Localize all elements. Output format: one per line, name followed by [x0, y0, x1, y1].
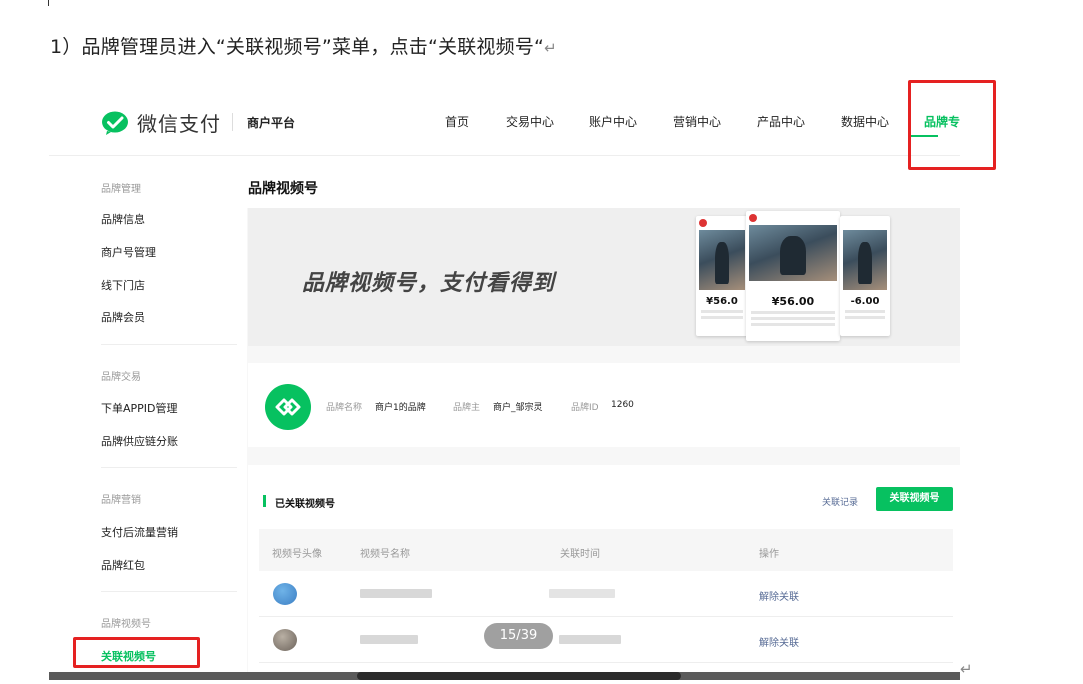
promo-banner: 品牌视频号，支付看得到 ¥56.0 ¥56.00 ‑6.00 — [248, 208, 960, 346]
avatar — [273, 629, 297, 651]
sidebar-group-brand-channels: 品牌视频号 — [101, 619, 151, 630]
page-title-bar: 品牌视频号 — [247, 156, 960, 208]
banner-slogan: 品牌视频号，支付看得到 — [302, 271, 556, 296]
brand-dot-icon — [749, 214, 757, 222]
avatar — [273, 583, 297, 605]
brand-dot-icon — [699, 219, 707, 227]
product-price: ¥56.00 — [771, 295, 815, 308]
channels-icon — [275, 398, 301, 416]
top-header: 微信支付 商户平台 首页 交易中心 账户中心 营销中心 产品中心 数据中心 品牌… — [49, 88, 960, 156]
phone-mockup: ‑6.00 — [840, 216, 890, 336]
nav-home[interactable]: 首页 — [445, 113, 469, 130]
sidebar-item-brand-info[interactable]: 品牌信息 — [101, 211, 145, 227]
sidebar-group-brand-trade: 品牌交易 — [101, 372, 141, 383]
step-text: 1）品牌管理员进入“关联视频号”菜单，点击“关联视频号“ — [50, 36, 545, 58]
sidebar-item-post-payment-marketing[interactable]: 支付后流量营销 — [101, 524, 178, 540]
sidebar-group-brand-management: 品牌管理 — [101, 184, 141, 195]
product-image — [843, 230, 887, 290]
column-header-name: 视频号名称 — [360, 549, 410, 560]
nav-marketing-center[interactable]: 营销中心 — [673, 113, 721, 130]
sidebar: 品牌管理 品牌信息 商户号管理 线下门店 品牌会员 品牌交易 下单APPID管理… — [49, 156, 247, 678]
page-title: 品牌视频号 — [248, 181, 318, 197]
sidebar-item-brand-members[interactable]: 品牌会员 — [101, 309, 145, 325]
sidebar-item-supply-chain-split[interactable]: 品牌供应链分账 — [101, 433, 178, 449]
platform-name: 商户平台 — [247, 116, 296, 130]
sidebar-divider — [101, 344, 237, 345]
nav-trade-center[interactable]: 交易中心 — [506, 113, 554, 130]
redacted-name — [360, 589, 432, 598]
document-step-text: 1）品牌管理员进入“关联视频号”菜单，点击“关联视频号“↵ — [50, 32, 557, 59]
horizontal-scrollbar[interactable] — [49, 672, 960, 680]
table-row: 解除关联 — [259, 617, 953, 663]
page-indicator: 15/39 — [484, 623, 553, 649]
section-accent-bar — [263, 495, 266, 507]
highlight-box-brand-nav — [908, 80, 996, 170]
header-divider — [232, 113, 233, 131]
redacted-name — [360, 635, 418, 644]
highlight-box-link-channels — [73, 637, 200, 668]
product-image — [749, 225, 837, 281]
column-header-link-time: 关联时间 — [560, 549, 600, 560]
column-header-avatar: 视频号头像 — [272, 549, 322, 560]
sidebar-divider — [101, 591, 237, 592]
table-row: 解除关联 — [259, 571, 953, 617]
redacted-time — [559, 635, 621, 644]
sidebar-item-brand-red-packet[interactable]: 品牌红包 — [101, 557, 145, 573]
product-price: ¥56.0 — [706, 296, 738, 307]
unlink-button[interactable]: 解除关联 — [759, 634, 799, 649]
redacted-time — [549, 589, 615, 598]
embedded-screenshot: 微信支付 商户平台 首页 交易中心 账户中心 营销中心 产品中心 数据中心 品牌… — [49, 88, 960, 678]
logo-text: 微信支付 — [137, 112, 221, 136]
linked-channels-card: 已关联视频号 关联记录 关联视频号 视频号头像 视频号名称 关联时间 操作 解除… — [248, 465, 960, 678]
sidebar-group-brand-marketing: 品牌营销 — [101, 495, 141, 506]
nav-data-center[interactable]: 数据中心 — [841, 113, 889, 130]
product-price: ‑6.00 — [850, 296, 880, 307]
return-mark-icon: ↵ — [544, 39, 557, 57]
text-cursor — [48, 0, 49, 6]
link-records-link[interactable]: 关联记录 — [822, 495, 858, 508]
brand-owner-label: 品牌主 — [453, 403, 481, 413]
wechat-pay-logo[interactable]: 微信支付 — [101, 108, 221, 137]
brand-id-label: 品牌ID — [571, 403, 599, 413]
brand-name-value: 商户1的品牌 — [375, 403, 426, 413]
wechat-pay-check-icon — [102, 111, 128, 135]
return-mark-icon: ↵ — [960, 660, 973, 678]
product-image — [699, 230, 745, 290]
phone-mockup-center: ¥56.00 — [746, 211, 840, 341]
brand-name-label: 品牌名称 — [326, 403, 363, 413]
linked-channels-title: 已关联视频号 — [275, 499, 335, 510]
main-content: 品牌视频号 品牌视频号，支付看得到 ¥56.0 ¥56.00 ‑6.00 品牌名… — [247, 156, 960, 678]
phone-mockup: ¥56.0 — [696, 216, 748, 336]
brand-logo-icon — [265, 384, 311, 430]
brand-owner-value: 商户_邹宗灵 — [493, 403, 543, 413]
table-header: 视频号头像 视频号名称 关联时间 操作 — [259, 529, 953, 571]
brand-id-value: 1260 — [611, 400, 634, 410]
unlink-button[interactable]: 解除关联 — [759, 588, 799, 603]
sidebar-item-offline-stores[interactable]: 线下门店 — [101, 277, 145, 293]
sidebar-item-appid-management[interactable]: 下单APPID管理 — [101, 400, 178, 416]
nav-account-center[interactable]: 账户中心 — [589, 113, 637, 130]
brand-info-card: 品牌名称 商户1的品牌 品牌主 商户_邹宗灵 品牌ID 1260 — [248, 363, 960, 447]
column-header-actions: 操作 — [759, 549, 779, 560]
nav-product-center[interactable]: 产品中心 — [757, 113, 805, 130]
scrollbar-thumb[interactable] — [357, 672, 681, 680]
sidebar-divider — [101, 467, 237, 468]
link-channel-button[interactable]: 关联视频号 — [876, 487, 953, 511]
sidebar-item-merchant-id-management[interactable]: 商户号管理 — [101, 244, 156, 260]
